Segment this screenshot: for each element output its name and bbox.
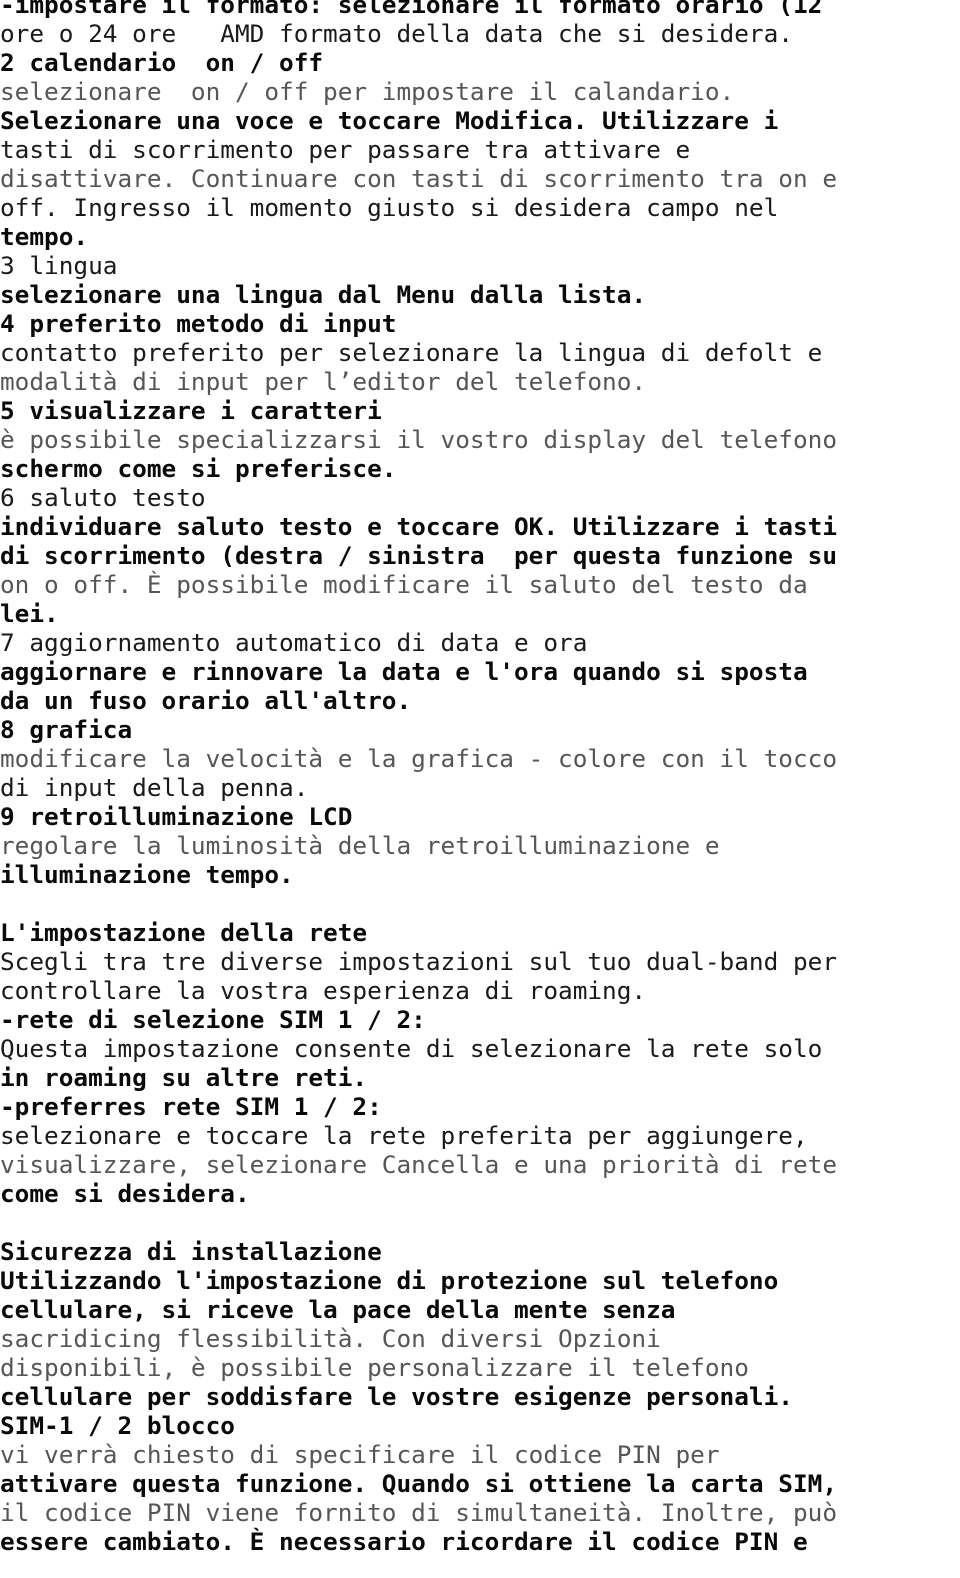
- document-text-line: 8 grafica: [0, 715, 133, 744]
- document-text-line: selezionare e toccare la rete preferita …: [0, 1121, 808, 1150]
- document-text-line: cellulare, si riceve la pace della mente…: [0, 1295, 676, 1324]
- document-text-line: tasti di scorrimento per passare tra att…: [0, 135, 691, 164]
- document-text-line: cellulare per soddisfare le vostre esige…: [0, 1382, 793, 1411]
- document-text-line: selezionare una lingua dal Menu dalla li…: [0, 280, 647, 309]
- document-text-line: Questa impostazione consente di selezion…: [0, 1034, 823, 1063]
- scanned-page: -impostare il formato: selezionare il fo…: [0, 0, 960, 1578]
- document-text-line: lei.: [0, 599, 59, 628]
- document-text-line: Sicurezza di installazione: [0, 1237, 382, 1266]
- document-text-line: è possibile specializzarsi il vostro dis…: [0, 425, 838, 454]
- document-text-line: -preferres rete SIM 1 / 2:: [0, 1092, 382, 1121]
- document-text-line: disponibili, è possibile personalizzare …: [0, 1353, 749, 1382]
- document-text-line: 3 lingua: [0, 251, 118, 280]
- document-text-line: individuare saluto testo e toccare OK. U…: [0, 512, 838, 541]
- document-text-line: ore o 24 ore AMD formato della data che …: [0, 19, 793, 48]
- document-text-line: disattivare. Continuare con tasti di sco…: [0, 164, 838, 193]
- document-text-line: illuminazione tempo.: [0, 860, 294, 889]
- document-text-line: in roaming su altre reti.: [0, 1063, 368, 1092]
- document-text-line: regolare la luminosità della retroillumi…: [0, 831, 720, 860]
- document-text-line: visualizzare, selezionare Cancella e una…: [0, 1150, 838, 1179]
- document-text-line: 7 aggiornamento automatico di data e ora: [0, 628, 588, 657]
- document-text-line: da un fuso orario all'altro.: [0, 686, 412, 715]
- document-text-line: contatto preferito per selezionare la li…: [0, 338, 823, 367]
- document-text-line: attivare questa funzione. Quando si otti…: [0, 1469, 838, 1498]
- document-text-line: di scorrimento (destra / sinistra per qu…: [0, 541, 838, 570]
- document-text-line: SIM-1 / 2 blocco: [0, 1411, 235, 1440]
- document-text-line: modalità di input per l’editor del telef…: [0, 367, 647, 396]
- document-blank-line: [0, 1208, 960, 1237]
- document-blank-line: [0, 889, 960, 918]
- document-text-line: selezionare on / off per impostare il ca…: [0, 77, 735, 106]
- document-text-line: controllare la vostra esperienza di roam…: [0, 976, 647, 1005]
- document-text-line: -rete di selezione SIM 1 / 2:: [0, 1005, 426, 1034]
- document-text-line: tempo.: [0, 222, 89, 251]
- document-text-line: aggiornare e rinnovare la data e l'ora q…: [0, 657, 808, 686]
- document-text-line: Scegli tra tre diverse impostazioni sul …: [0, 947, 838, 976]
- document-text-line: 2 calendario on / off: [0, 48, 324, 77]
- document-text-line: come si desidera.: [0, 1179, 250, 1208]
- document-text-line: L'impostazione della rete: [0, 918, 368, 947]
- document-text-line: Selezionare una voce e toccare Modifica.…: [0, 106, 779, 135]
- document-text-line: off. Ingresso il momento giusto si desid…: [0, 193, 779, 222]
- document-text-line: 5 visualizzare i caratteri: [0, 396, 382, 425]
- document-text-line: vi verrà chiesto di specificare il codic…: [0, 1440, 720, 1469]
- document-text-line: -impostare il formato: selezionare il fo…: [0, 0, 823, 19]
- document-text-line: 6 saluto testo: [0, 483, 206, 512]
- document-text-line: di input della penna.: [0, 773, 309, 802]
- document-text-line: sacridicing flessibilità. Con diversi Op…: [0, 1324, 661, 1353]
- document-text-body: -impostare il formato: selezionare il fo…: [0, 0, 960, 1556]
- document-text-line: schermo come si preferisce.: [0, 454, 397, 483]
- document-text-line: modificare la velocità e la grafica - co…: [0, 744, 838, 773]
- document-text-line: essere cambiato. È necessario ricordare …: [0, 1527, 808, 1556]
- document-text-line: on o off. È possibile modificare il salu…: [0, 570, 808, 599]
- document-text-line: 9 retroilluminazione LCD: [0, 802, 353, 831]
- document-text-line: Utilizzando l'impostazione di protezione…: [0, 1266, 779, 1295]
- document-text-line: 4 preferito metodo di input: [0, 309, 397, 338]
- document-text-line: il codice PIN viene fornito di simultane…: [0, 1498, 838, 1527]
